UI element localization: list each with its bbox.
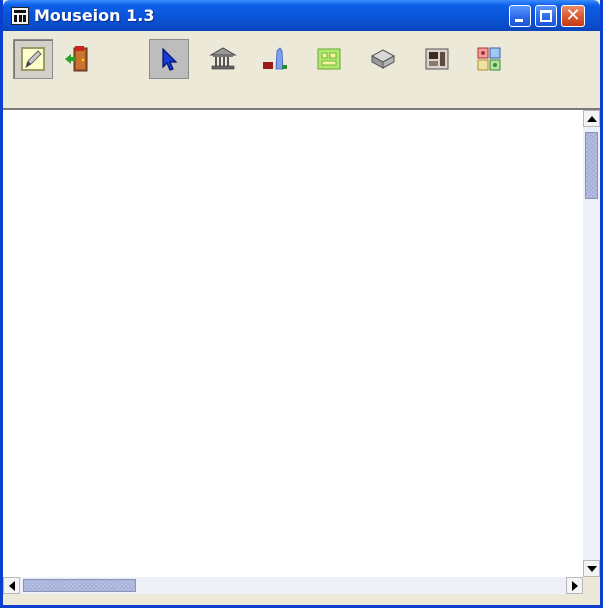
edit-icon	[21, 47, 45, 71]
arrow-right-icon	[572, 581, 578, 591]
cabinet-icon	[425, 48, 449, 70]
cabinet-tool-button[interactable]	[417, 39, 457, 79]
gallery-tool-button[interactable]	[469, 39, 509, 79]
minimize-button[interactable]	[509, 5, 531, 27]
horizontal-scroll-thumb[interactable]	[23, 579, 136, 592]
arrow-up-icon	[587, 116, 597, 122]
minimize-icon	[515, 19, 523, 22]
museum-tool-button[interactable]	[203, 39, 243, 79]
scroll-down-button[interactable]	[583, 560, 600, 577]
scroll-up-button[interactable]	[583, 110, 600, 127]
close-button[interactable]: ✕	[561, 5, 585, 27]
window-title: Mouseion 1.3	[34, 6, 155, 25]
exhibit-objects-icon	[263, 47, 287, 70]
floor-plan-tool-button[interactable]	[309, 39, 349, 79]
museum-building-icon	[209, 47, 237, 70]
scroll-left-button[interactable]	[3, 577, 20, 594]
pointer-cursor-icon	[162, 47, 178, 71]
display-case-tool-button[interactable]	[363, 39, 403, 79]
gallery-frames-icon	[477, 47, 501, 71]
exit-door-icon	[65, 46, 88, 72]
scrollbar-corner	[583, 577, 600, 594]
app-icon[interactable]	[11, 7, 29, 25]
arrow-left-icon	[9, 581, 15, 591]
toolbar	[3, 31, 600, 110]
arrow-down-icon	[587, 566, 597, 572]
scroll-right-button[interactable]	[566, 577, 583, 594]
edit-tool-button[interactable]	[13, 39, 53, 79]
application-window: Mouseion 1.3 ✕	[0, 0, 603, 608]
exit-tool-button[interactable]	[57, 39, 97, 79]
horizontal-scrollbar[interactable]	[3, 577, 583, 594]
exhibit-tool-button[interactable]	[255, 39, 295, 79]
title-bar[interactable]: Mouseion 1.3 ✕	[3, 0, 600, 31]
floor-plan-icon	[317, 48, 341, 70]
display-case-icon	[370, 49, 396, 69]
pointer-tool-button[interactable]	[149, 39, 189, 79]
maximize-icon	[540, 10, 552, 22]
maximize-button[interactable]	[535, 5, 557, 27]
vertical-scrollbar[interactable]	[583, 110, 600, 577]
workspace-canvas[interactable]	[3, 110, 583, 577]
vertical-scroll-thumb[interactable]	[585, 132, 598, 199]
close-icon: ✕	[565, 5, 581, 26]
